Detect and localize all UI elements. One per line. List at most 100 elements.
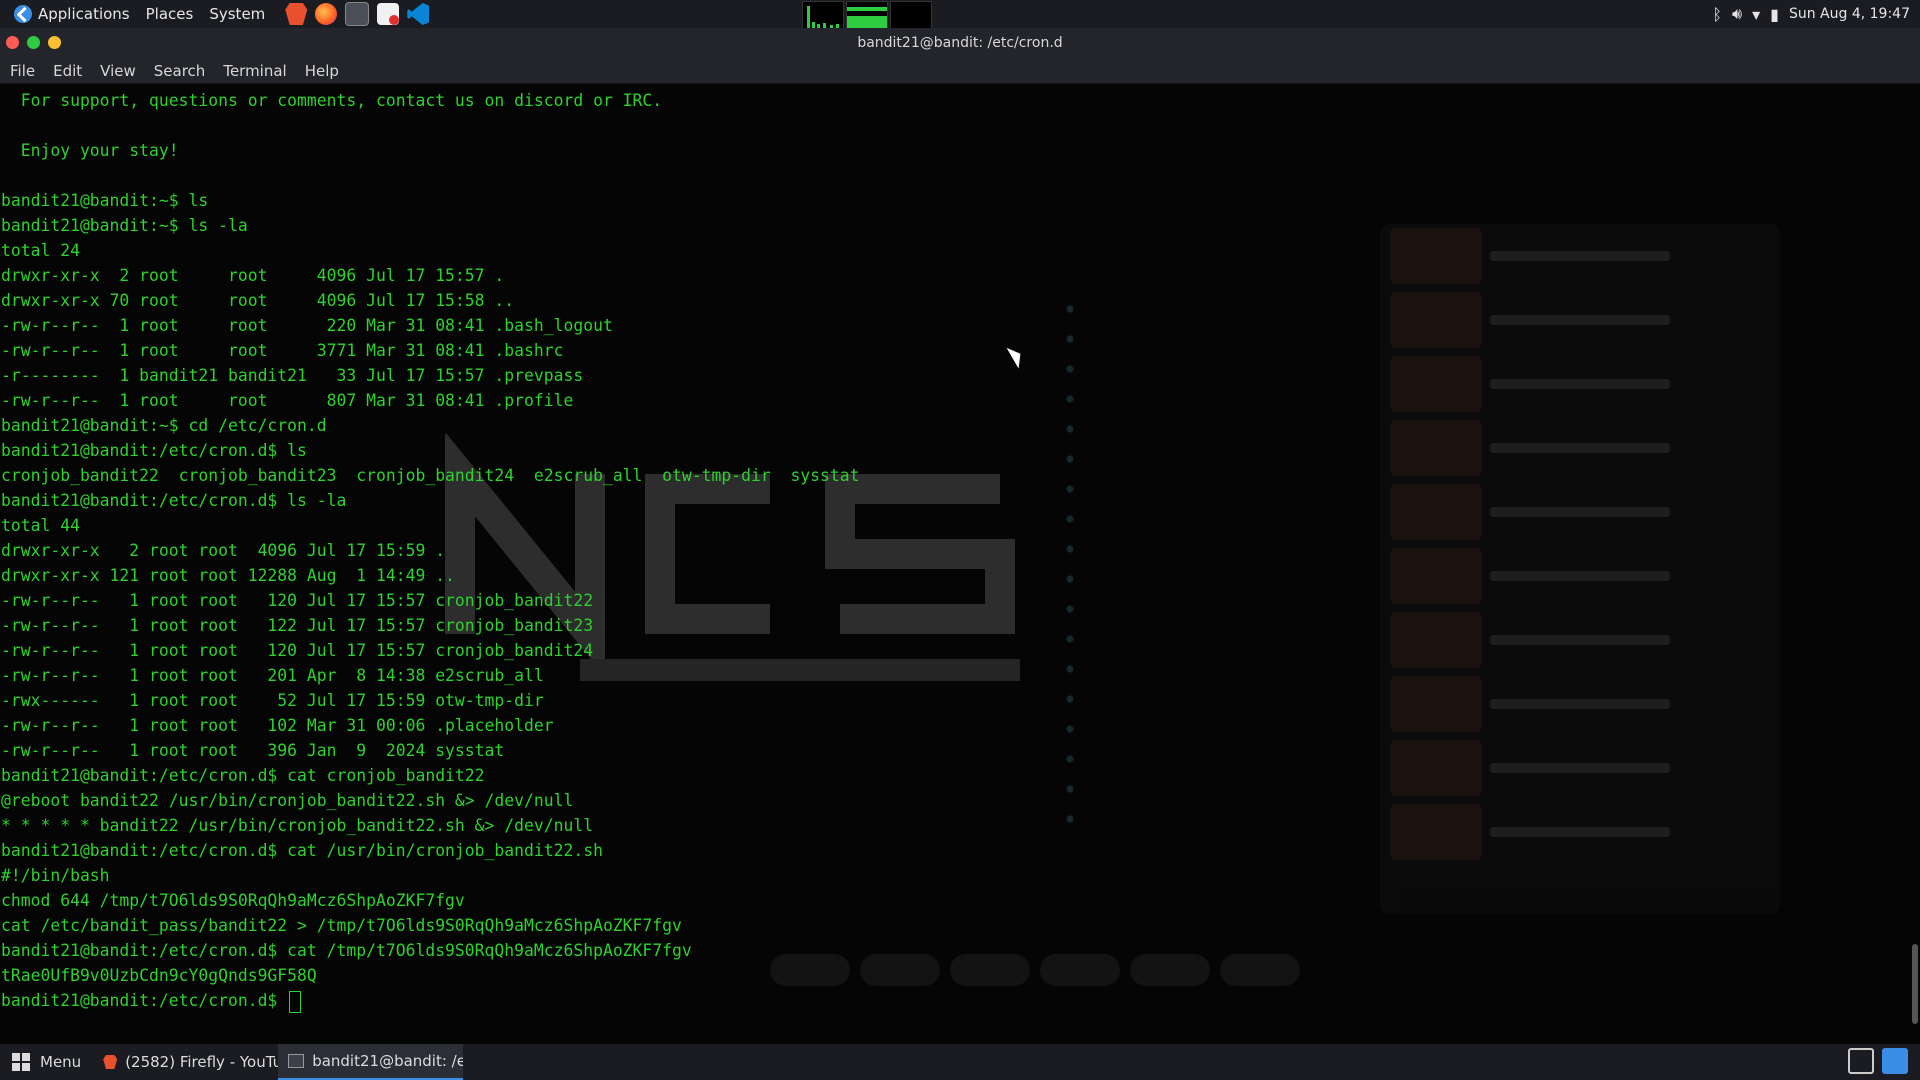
terminal-line-text: tRae0UfB9v0UzbCdn9cY0gQnds9GF58Q [1,966,317,985]
menu-search[interactable]: Search [154,62,206,80]
text-editor-icon[interactable] [377,3,400,25]
terminal-line: total 44 [1,513,860,538]
workspace-switcher [1848,1048,1908,1074]
terminal-line-text: #!/bin/bash [1,866,110,885]
clock[interactable]: Sun Aug 4, 19:47 [1789,6,1910,22]
terminal-line: bandit21@bandit:/etc/cron.d$ ls [1,438,860,463]
terminal-line-text: bandit21@bandit:/etc/cron.d$ cat cronjob… [1,766,485,785]
terminal-line: -rw-r--r-- 1 root root 807 Mar 31 08:41 … [1,388,860,413]
terminal-line-text: bandit21@bandit:~$ cd /etc/cron.d [1,416,327,435]
terminal-line: bandit21@bandit:~$ ls -la [1,213,860,238]
terminal-line: drwxr-xr-x 70 root root 4096 Jul 17 15:5… [1,288,860,313]
applications-label: Applications [38,5,130,23]
firefox-icon[interactable] [315,3,338,25]
wifi-icon[interactable]: ▾ [1752,5,1760,24]
brave-icon[interactable] [285,3,308,25]
applications-menu[interactable]: Applications [8,5,136,23]
menu-edit[interactable]: Edit [53,62,82,80]
terminal-line-text: bandit21@bandit:/etc/cron.d$ cat /usr/bi… [1,841,603,860]
launcher-bar [285,2,430,26]
brave-icon [103,1055,118,1069]
terminal-line: -rw-r--r-- 1 root root 120 Jul 17 15:57 … [1,638,860,663]
workspace-icon[interactable] [1882,1048,1908,1074]
terminal-line-text: bandit21@bandit:~$ ls -la [1,216,248,235]
terminal-line: tRae0UfB9v0UzbCdn9cY0gQnds9GF58Q [1,963,860,988]
places-label: Places [145,5,194,23]
terminal-line-text: total 44 [1,516,80,535]
window-titlebar[interactable]: bandit21@bandit: /etc/cron.d [0,28,1920,58]
taskbar-item-terminal[interactable]: bandit21@bandit: /etc... [278,1044,464,1080]
terminal-line-text: -rw-r--r-- 1 root root 396 Jan 9 2024 sy… [1,741,505,760]
taskbar-item-label: bandit21@bandit: /etc... [312,1052,463,1070]
terminal-line-text: -rwx------ 1 root root 52 Jul 17 15:59 o… [1,691,544,710]
terminal-line: -r-------- 1 bandit21 bandit21 33 Jul 17… [1,363,860,388]
terminal-line: drwxr-xr-x 121 root root 12288 Aug 1 14:… [1,563,860,588]
terminal-line-text: drwxr-xr-x 121 root root 12288 Aug 1 14:… [1,566,455,585]
terminal-output[interactable]: For support, questions or comments, cont… [1,88,860,1013]
system-monitor-applet[interactable] [802,1,932,29]
terminal-line-text: -rw-r--r-- 1 root root 120 Jul 17 15:57 … [1,641,594,660]
terminal-line-text: total 24 [1,241,80,260]
terminal-scrollbar[interactable] [1912,944,1918,1024]
terminal-line: chmod 644 /tmp/t7O6lds9S0RqQh9aMcz6ShpAo… [1,888,860,913]
terminal-line-text: chmod 644 /tmp/t7O6lds9S0RqQh9aMcz6ShpAo… [1,891,465,910]
memory-graph [846,1,888,29]
terminal-line-text: -rw-r--r-- 1 root root 102 Mar 31 00:06 … [1,716,554,735]
terminal-line: drwxr-xr-x 2 root root 4096 Jul 17 15:57… [1,263,860,288]
terminal-line: cronjob_bandit22 cronjob_bandit23 cronjo… [1,463,860,488]
terminal-icon [288,1054,305,1068]
vscode-icon[interactable] [407,3,430,25]
system-menu[interactable]: System [203,5,271,23]
taskbar-item-label: (2582) Firefly - YouTu... [125,1053,279,1071]
places-menu[interactable]: Places [140,5,200,23]
terminal-line: bandit21@bandit:~$ cd /etc/cron.d [1,413,860,438]
battery-icon[interactable]: ▮ [1770,5,1779,24]
terminal-menubar: File Edit View Search Terminal Help [0,58,1920,84]
bluetooth-icon[interactable]: ᛒ [1712,5,1722,24]
terminal-line: -rw-r--r-- 1 root root 120 Jul 17 15:57 … [1,588,860,613]
show-desktop-icon[interactable] [1848,1048,1874,1074]
terminal-cursor [289,990,302,1013]
terminal-line-text: @reboot bandit22 /usr/bin/cronjob_bandit… [1,791,574,810]
terminal-line-text: drwxr-xr-x 2 root root 4096 Jul 17 15:59… [1,541,446,560]
terminal-line: bandit21@bandit:/etc/cron.d$ cat cronjob… [1,763,860,788]
terminal-line-text: Enjoy your stay! [1,141,179,160]
terminal-line: -rw-r--r-- 1 root root 396 Jan 9 2024 sy… [1,738,860,763]
terminal-line: -rwx------ 1 root root 52 Jul 17 15:59 o… [1,688,860,713]
youtube-playlist-panel [1380,224,1780,914]
terminal-line: Enjoy your stay! [1,138,860,163]
terminal-line: drwxr-xr-x 2 root root 4096 Jul 17 15:59… [1,538,860,563]
terminal-icon[interactable] [345,2,370,26]
start-menu-label: Menu [40,1053,82,1071]
terminal-line: -rw-r--r-- 1 root root 102 Mar 31 00:06 … [1,713,860,738]
terminal-line: -rw-r--r-- 1 root root 201 Apr 8 14:38 e… [1,663,860,688]
taskbar-item-browser[interactable]: (2582) Firefly - YouTu... [93,1044,278,1080]
terminal-line: bandit21@bandit:/etc/cron.d$ cat /tmp/t7… [1,938,860,963]
applications-icon [14,5,32,23]
top-menu: Applications Places System [0,0,279,28]
terminal-line-text: drwxr-xr-x 70 root root 4096 Jul 17 15:5… [1,291,515,310]
terminal-line-text: -r-------- 1 bandit21 bandit21 33 Jul 17… [1,366,584,385]
system-label: System [209,5,266,23]
window-title: bandit21@bandit: /etc/cron.d [857,35,1063,51]
terminal-line: @reboot bandit22 /usr/bin/cronjob_bandit… [1,788,860,813]
menu-help[interactable]: Help [305,62,339,80]
menu-terminal[interactable]: Terminal [223,62,286,80]
terminal-area[interactable]: For support, questions or comments, cont… [0,84,1920,1044]
network-graph [890,1,932,29]
menu-view[interactable]: View [100,62,136,80]
terminal-line: bandit21@bandit:~$ ls [1,188,860,213]
terminal-line-text: -rw-r--r-- 1 root root 120 Jul 17 15:57 … [1,591,594,610]
start-menu-button[interactable]: Menu [0,1044,93,1080]
terminal-line-text: bandit21@bandit:~$ ls [1,191,209,210]
terminal-line: For support, questions or comments, cont… [1,88,860,113]
terminal-line-text: bandit21@bandit:/etc/cron.d$ ls -la [1,491,347,510]
menu-grid-icon [12,1053,30,1071]
menu-file[interactable]: File [10,62,35,80]
terminal-line-text: cronjob_bandit22 cronjob_bandit23 cronjo… [1,466,860,485]
terminal-line-text: cat /etc/bandit_pass/bandit22 > /tmp/t7O… [1,916,682,935]
volume-icon[interactable]: 🔊︎ [1732,4,1742,24]
terminal-line: bandit21@bandit:/etc/cron.d$ ls -la [1,488,860,513]
